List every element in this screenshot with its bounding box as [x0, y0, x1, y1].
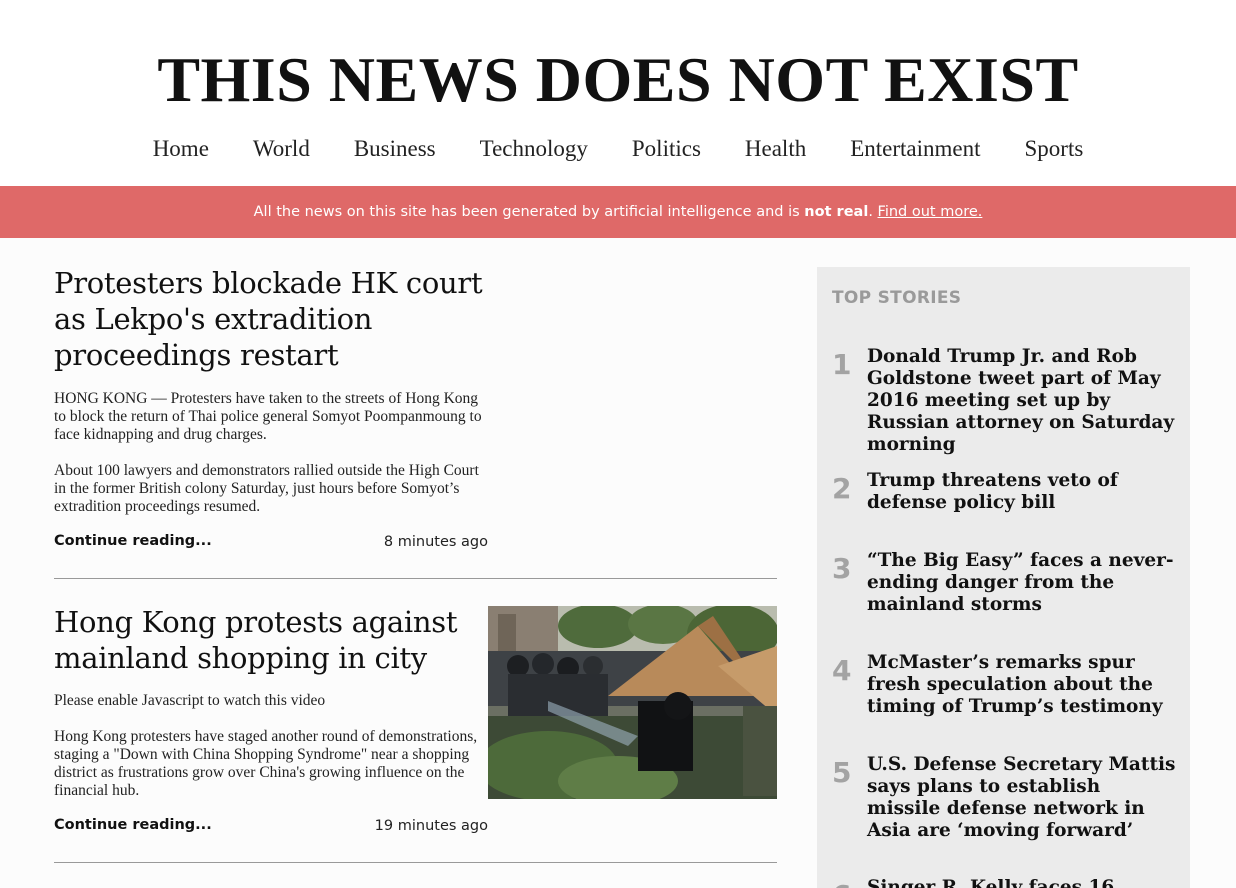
article-paragraph: Please enable Javascript to watch this v…: [54, 692, 326, 709]
top-stories-heading: TOP STORIES: [832, 288, 962, 308]
top-stories-sidebar: TOP STORIES 1 Donald Trump Jr. and Rob G…: [817, 267, 1190, 888]
story-title[interactable]: McMaster’s remarks spur fresh speculatio…: [867, 652, 1179, 718]
story-title[interactable]: U.S. Defense Secretary Mattis says plans…: [867, 754, 1179, 842]
story-rank: 1: [832, 348, 852, 381]
nav-item-sports[interactable]: Sports: [1025, 134, 1084, 164]
find-out-more-link[interactable]: Find out more.: [878, 204, 983, 220]
story-rank: 6: [832, 879, 851, 888]
banner-emphasis: not real: [804, 204, 869, 220]
story-rank: 5: [832, 756, 852, 789]
nav-item-home[interactable]: Home: [153, 134, 209, 164]
article-card: Hong Kong protests against mainland shop…: [54, 604, 777, 863]
story-title[interactable]: Donald Trump Jr. and Rob Goldstone tweet…: [867, 346, 1179, 456]
article-card: Protesters blockade HK court as Lekpo's …: [54, 265, 777, 579]
article-paragraph: About 100 lawyers and demonstrators rall…: [54, 462, 479, 515]
protest-photo-illustration: [488, 606, 777, 799]
story-title[interactable]: Trump threatens veto of defense policy b…: [867, 470, 1179, 514]
article-paragraph: Hong Kong protesters have staged another…: [54, 728, 478, 799]
nav-item-world[interactable]: World: [253, 134, 310, 164]
banner-text: All the news on this site has been gener…: [253, 204, 805, 220]
continue-reading-link[interactable]: Continue reading...: [54, 817, 212, 833]
disclaimer-banner: All the news on this site has been gener…: [0, 186, 1236, 238]
story-rank: 2: [832, 472, 852, 505]
continue-reading-link[interactable]: Continue reading...: [54, 533, 212, 549]
nav-item-technology[interactable]: Technology: [480, 134, 588, 164]
article-headline[interactable]: Protesters blockade HK court as Lekpo's …: [54, 265, 494, 373]
story-rank: 4: [832, 654, 852, 687]
story-rank: 3: [832, 552, 852, 585]
story-title[interactable]: “The Big Easy” faces a never-ending dang…: [867, 550, 1179, 616]
nav-item-business[interactable]: Business: [354, 134, 436, 164]
site-title[interactable]: THIS NEWS DOES NOT EXIST: [0, 44, 1236, 116]
story-title[interactable]: Singer R. Kelly faces 16 counts of: [867, 877, 1179, 888]
article-headline[interactable]: Hong Kong protests against mainland shop…: [54, 604, 474, 676]
nav-item-health[interactable]: Health: [745, 134, 806, 164]
main-nav: Home World Business Technology Politics …: [0, 134, 1236, 164]
nav-item-politics[interactable]: Politics: [632, 134, 701, 164]
banner-text-after: .: [868, 204, 878, 220]
nav-item-entertainment[interactable]: Entertainment: [850, 134, 980, 164]
article-paragraph: HONG KONG — Protesters have taken to the…: [54, 390, 482, 443]
article-timestamp: 8 minutes ago: [383, 534, 488, 550]
masthead: THIS NEWS DOES NOT EXIST Home World Busi…: [0, 0, 1236, 186]
article-timestamp: 19 minutes ago: [374, 818, 488, 834]
article-photo[interactable]: [488, 606, 777, 799]
